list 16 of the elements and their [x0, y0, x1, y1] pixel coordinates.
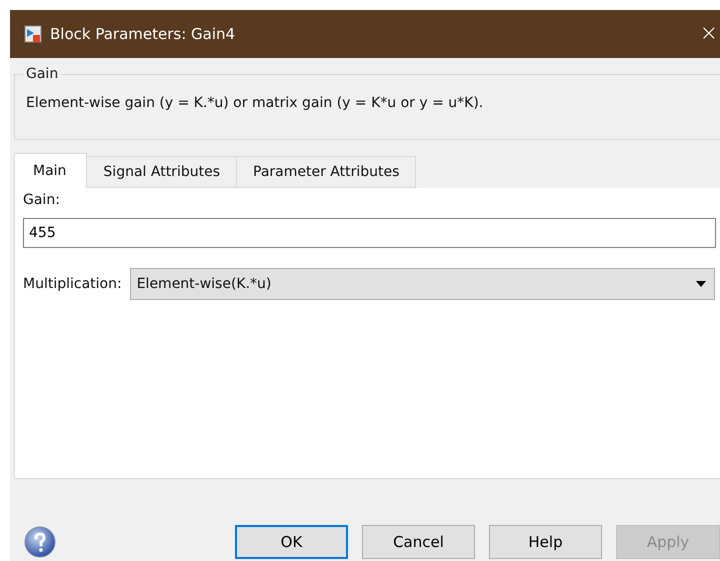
tab[interactable]: Signal Attributes [87, 156, 237, 188]
field-label: Gain: [23, 192, 61, 208]
dropdown[interactable]: Element-wise(K.*u) [130, 268, 715, 300]
tab[interactable]: Parameter Attributes [237, 156, 416, 188]
dialog-button[interactable]: Cancel [362, 525, 475, 559]
block-icon [24, 25, 42, 43]
dialog-button[interactable]: OK [235, 525, 348, 559]
field-label: Multiplication: [23, 276, 122, 292]
description-text: Element-wise gain (y = K.*u) or matrix gain (y = K*u or y = u*K). [26, 95, 484, 111]
input-field[interactable]: 455 [23, 218, 716, 248]
tab[interactable]: Main [14, 153, 88, 188]
close-button[interactable]: × [700, 23, 718, 45]
caret-icon [696, 281, 706, 287]
window-title: Block Parameters: Gain4 [50, 25, 236, 43]
dialog-button[interactable]: Help [489, 525, 602, 559]
help-icon[interactable] [24, 526, 56, 558]
